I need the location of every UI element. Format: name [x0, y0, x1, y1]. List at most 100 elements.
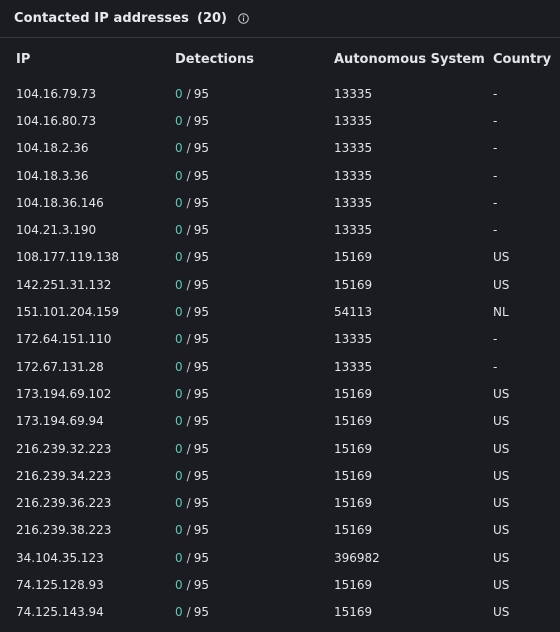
detections-separator: / [186, 414, 191, 429]
ip-address-link[interactable]: 104.18.3.36 [16, 169, 89, 183]
detections-cell: 0/95 [175, 87, 209, 101]
table-row[interactable]: 216.239.34.223 0/95 15169 US [0, 462, 560, 489]
column-header-autonomous-system[interactable]: Autonomous System [334, 52, 485, 67]
detections-cell: 0/95 [175, 196, 209, 210]
detections-separator: / [186, 305, 191, 320]
table-row[interactable]: 104.18.36.146 0/95 13335 - [0, 189, 560, 216]
table-row[interactable]: 172.64.151.110 0/95 13335 - [0, 326, 560, 353]
ip-address-link[interactable]: 104.21.3.190 [16, 223, 96, 237]
country-cell: - [493, 332, 498, 347]
ip-address-link[interactable]: 142.251.31.132 [16, 278, 111, 292]
table-row[interactable]: 142.251.31.132 0/95 15169 US [0, 271, 560, 298]
detections-separator: / [186, 223, 191, 238]
info-circle-icon[interactable] [238, 13, 249, 24]
table-row[interactable]: 74.125.128.93 0/95 15169 US [0, 571, 560, 598]
detections-separator: / [186, 141, 191, 156]
detections-cell: 0/95 [175, 469, 209, 483]
ip-address-link[interactable]: 173.194.69.102 [16, 387, 111, 401]
detections-total: 95 [193, 86, 209, 101]
country-cell: US [493, 250, 510, 265]
table-row[interactable]: 216.239.38.223 0/95 15169 US [0, 517, 560, 544]
table-row[interactable]: 108.177.119.138 0/95 15169 US [0, 244, 560, 271]
table-row[interactable]: 34.104.35.123 0/95 396982 US [0, 544, 560, 571]
detections-cell: 0/95 [175, 332, 209, 346]
detections-cell: 0/95 [175, 278, 209, 292]
ip-address-link[interactable]: 34.104.35.123 [16, 551, 104, 565]
table-row[interactable]: 216.239.32.223 0/95 15169 US [0, 435, 560, 462]
detections-total: 95 [193, 359, 209, 374]
detections-count: 0 [175, 223, 183, 238]
column-header-ip[interactable]: IP [16, 52, 30, 67]
detections-cell: 0/95 [175, 223, 209, 237]
detections-count: 0 [175, 305, 183, 320]
detections-total: 95 [193, 332, 209, 347]
detections-separator: / [186, 359, 191, 374]
column-header-detections[interactable]: Detections [175, 52, 254, 67]
detections-separator: / [186, 441, 191, 456]
table-row[interactable]: 173.194.69.102 0/95 15169 US [0, 380, 560, 407]
ip-address-link[interactable]: 104.18.36.146 [16, 196, 104, 210]
ip-address-link[interactable]: 104.16.80.73 [16, 114, 96, 128]
detections-total: 95 [193, 386, 209, 401]
table-row[interactable]: 104.21.3.190 0/95 13335 - [0, 216, 560, 243]
country-cell: - [493, 168, 498, 183]
detections-total: 95 [193, 113, 209, 128]
table-row[interactable]: 173.194.69.94 0/95 15169 US [0, 408, 560, 435]
table-row[interactable]: 104.16.79.73 0/95 13335 - [0, 80, 560, 107]
table-row[interactable]: 104.18.3.36 0/95 13335 - [0, 162, 560, 189]
detections-total: 95 [193, 468, 209, 483]
ip-address-link[interactable]: 104.16.79.73 [16, 87, 96, 101]
autonomous-system-cell: 13335 [334, 113, 373, 128]
detections-total: 95 [193, 441, 209, 456]
table-row[interactable]: 151.101.204.159 0/95 54113 NL [0, 298, 560, 325]
table-row[interactable]: 172.67.131.28 0/95 13335 - [0, 353, 560, 380]
detections-separator: / [186, 168, 191, 183]
autonomous-system-cell: 396982 [334, 550, 380, 565]
column-header-country[interactable]: Country [493, 52, 551, 67]
autonomous-system-cell: 15169 [334, 250, 373, 265]
table-row[interactable]: 216.239.36.223 0/95 15169 US [0, 489, 560, 516]
autonomous-system-cell: 13335 [334, 168, 373, 183]
detections-total: 95 [193, 277, 209, 292]
detections-separator: / [186, 523, 191, 538]
detections-count: 0 [175, 386, 183, 401]
detections-total: 95 [193, 414, 209, 429]
ip-address-link[interactable]: 216.239.32.223 [16, 442, 111, 456]
detections-count: 0 [175, 141, 183, 156]
detections-total: 95 [193, 523, 209, 538]
autonomous-system-cell: 13335 [334, 86, 373, 101]
detections-count: 0 [175, 441, 183, 456]
country-cell: US [493, 441, 510, 456]
country-cell: - [493, 113, 498, 128]
ip-address-link[interactable]: 172.67.131.28 [16, 360, 104, 374]
detections-separator: / [186, 195, 191, 210]
ip-address-link[interactable]: 104.18.2.36 [16, 141, 89, 155]
detections-cell: 0/95 [175, 578, 209, 592]
detections-separator: / [186, 86, 191, 101]
autonomous-system-cell: 15169 [334, 496, 373, 511]
ip-address-link[interactable]: 151.101.204.159 [16, 305, 119, 319]
contacted-ip-panel: Contacted IP addresses (20) IP Detection… [0, 0, 560, 632]
table-row[interactable]: 74.125.143.94 0/95 15169 US [0, 599, 560, 626]
table-row[interactable]: 104.18.2.36 0/95 13335 - [0, 135, 560, 162]
ip-address-link[interactable]: 216.239.38.223 [16, 523, 111, 537]
country-cell: - [493, 359, 498, 374]
autonomous-system-cell: 15169 [334, 605, 373, 620]
autonomous-system-cell: 13335 [334, 332, 373, 347]
detections-cell: 0/95 [175, 169, 209, 183]
ip-address-link[interactable]: 216.239.36.223 [16, 496, 111, 510]
ip-address-link[interactable]: 172.64.151.110 [16, 332, 111, 346]
detections-count: 0 [175, 250, 183, 265]
table-row[interactable]: 104.16.80.73 0/95 13335 - [0, 107, 560, 134]
detections-count: 0 [175, 359, 183, 374]
detections-count: 0 [175, 332, 183, 347]
detections-cell: 0/95 [175, 523, 209, 537]
ip-address-link[interactable]: 216.239.34.223 [16, 469, 111, 483]
ip-address-link[interactable]: 74.125.143.94 [16, 605, 104, 619]
ip-address-link[interactable]: 74.125.128.93 [16, 578, 104, 592]
detections-separator: / [186, 250, 191, 265]
detections-total: 95 [193, 496, 209, 511]
ip-address-link[interactable]: 108.177.119.138 [16, 250, 119, 264]
autonomous-system-cell: 15169 [334, 386, 373, 401]
ip-address-link[interactable]: 173.194.69.94 [16, 414, 104, 428]
